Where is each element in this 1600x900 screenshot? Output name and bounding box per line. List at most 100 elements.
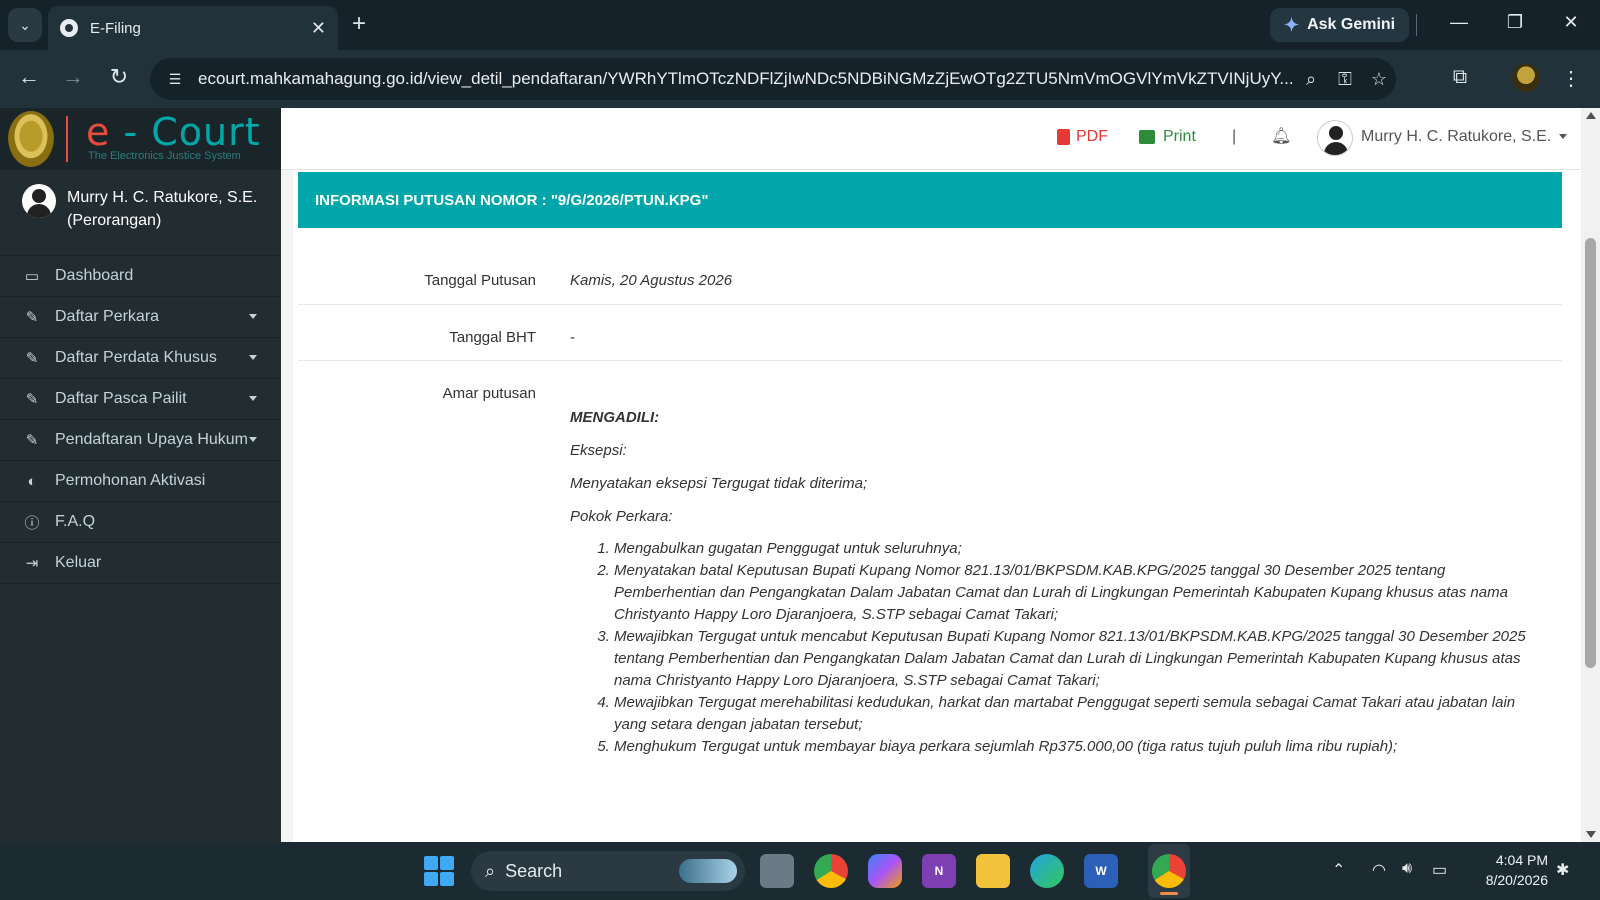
list-item: Mengabulkan gugatan Penggugat untuk selu… — [614, 538, 1542, 560]
notification-icon[interactable]: ✱ — [1556, 860, 1569, 880]
sidebar-item-daftar-perdata-khusus[interactable]: ✎ Daftar Perdata Khusus — [0, 338, 281, 379]
list-item: Mewajibkan Tergugat merehabilitasi kedud… — [614, 692, 1542, 736]
content-gutter — [281, 170, 293, 842]
forward-icon[interactable]: → — [58, 64, 88, 90]
caret-down-icon — [249, 437, 257, 442]
info-row: Tanggal Putusan Kamis, 20 Agustus 2026 — [298, 248, 1562, 304]
sidebar-item-label: Dashboard — [55, 267, 134, 284]
ecourt-logo[interactable]: e - Court — [86, 110, 261, 154]
pdf-label: PDF — [1076, 128, 1108, 145]
sidebar-item-pendaftaran-upaya-hukum[interactable]: ✎ Pendaftaran Upaya Hukum — [0, 420, 281, 461]
ask-gemini-label: Ask Gemini — [1307, 16, 1396, 33]
site-settings-icon[interactable]: ☰ — [164, 68, 186, 90]
extensions-icon[interactable]: ⧉ — [1445, 66, 1475, 89]
sidebar-item-permohonan-aktivasi[interactable]: ◐ Permohonan Aktivasi — [0, 461, 281, 502]
tanggal-bht-label: Tanggal BHT — [449, 329, 536, 346]
chevron-up-icon[interactable]: ⌃ — [1332, 860, 1345, 880]
scrollbar-thumb[interactable] — [1585, 238, 1596, 668]
user-name: Murry H. C. Ratukore, S.E. — [67, 189, 258, 206]
chrome-profile-icon[interactable] — [1152, 854, 1186, 888]
sidebar-item-label: Keluar — [55, 554, 102, 571]
edit-icon: ✎ — [25, 350, 39, 367]
sidebar-item-daftar-pasca-pailit[interactable]: ✎ Daftar Pasca Pailit — [0, 379, 281, 420]
edit-icon: ✎ — [25, 432, 39, 449]
pokok-perkara-heading: Pokok Perkara: — [570, 508, 673, 525]
supreme-court-seal-logo — [8, 111, 54, 167]
tab-search-button[interactable]: ⌄ — [8, 8, 42, 42]
back-icon[interactable]: ← — [14, 64, 44, 90]
sidebar-item-dashboard[interactable]: ▭ Dashboard — [0, 256, 281, 297]
new-tab-button[interactable]: + — [352, 10, 366, 38]
taskbar-search-label: Search — [505, 860, 563, 881]
word-icon[interactable]: W — [1084, 854, 1118, 888]
windows-start-icon[interactable] — [424, 856, 454, 886]
user-info: Murry H. C. Ratukore, S.E. (Perorangan) — [67, 186, 267, 232]
info-row: Tanggal BHT - — [298, 304, 1562, 360]
sidebar-menu: ▭ Dashboard ✎ Daftar Perkara ✎ Daftar Perdata… — [0, 256, 281, 584]
address-bar[interactable]: ☰ ecourt.mahkamahagung.go.id/view_detil_… — [150, 58, 1396, 100]
url-text: ecourt.mahkamahagung.go.id/view_detil_pe… — [198, 69, 1294, 88]
tanggal-bht-value: - — [570, 329, 575, 346]
mengadili-heading: MENGADILI: — [570, 409, 660, 426]
password-key-icon[interactable]: ⚿ — [1328, 69, 1362, 90]
onenote-icon[interactable]: N — [922, 854, 956, 888]
wifi-icon[interactable]: ◠ — [1372, 860, 1386, 880]
browser-menu-icon[interactable]: ⋮ — [1556, 66, 1586, 91]
user-type: (Perorangan) — [67, 212, 162, 229]
edit-icon: ✎ — [25, 309, 39, 326]
file-explorer-icon[interactable] — [976, 854, 1010, 888]
tanggal-putusan-value: Kamis, 20 Agustus 2026 — [570, 272, 733, 289]
user-menu-label: Murry H. C. Ratukore, S.E. — [1361, 128, 1552, 145]
edge-icon[interactable] — [1030, 854, 1064, 888]
close-tab-icon[interactable]: ✕ — [311, 18, 326, 39]
print-button[interactable]: Print — [1139, 128, 1196, 146]
taskbar-search[interactable]: ⌕ Search — [471, 851, 745, 891]
close-window-icon[interactable]: ✕ — [1556, 12, 1586, 33]
divider: | — [1232, 128, 1237, 145]
sidebar-item-label: Daftar Perdata Khusus — [55, 349, 217, 366]
page-scrollbar[interactable] — [1581, 108, 1600, 842]
zoom-icon[interactable]: ⌕ — [1294, 69, 1328, 90]
profile-avatar[interactable] — [1512, 64, 1540, 92]
edit-icon: ✎ — [25, 391, 39, 408]
caret-down-icon — [249, 396, 257, 401]
minimize-icon[interactable]: — — [1444, 12, 1474, 33]
sidebar-item-label: F.A.Q — [55, 513, 96, 530]
task-view-icon[interactable] — [760, 854, 794, 888]
bell-icon[interactable]: 🔔︎ — [1271, 126, 1291, 146]
pdf-button[interactable]: PDF — [1057, 128, 1108, 146]
ask-gemini-button[interactable]: ✦ Ask Gemini — [1270, 8, 1410, 42]
main-content: PDF Print | 🔔︎ Murry H. C. Ratukore, S.E… — [281, 108, 1581, 842]
bookmark-star-icon[interactable]: ☆ — [1362, 69, 1396, 90]
chrome-icon[interactable] — [814, 854, 848, 888]
copilot-icon[interactable] — [868, 854, 902, 888]
file-pdf-icon — [1057, 129, 1070, 145]
avatar[interactable] — [1317, 120, 1353, 156]
sign-out-icon: ⇥ — [25, 555, 39, 572]
sidebar: e - Court The Electronics Justice System… — [0, 108, 281, 842]
sidebar-item-keluar[interactable]: ⇥ Keluar — [0, 543, 281, 584]
taskbar-clock[interactable]: 4:04 PM 8/20/2026 — [1474, 850, 1548, 890]
scroll-up-arrow-icon[interactable] — [1586, 112, 1596, 119]
scroll-down-arrow-icon[interactable] — [1586, 831, 1596, 838]
logo-subtitle: The Electronics Justice System — [88, 150, 241, 162]
clock-time: 4:04 PM — [1495, 852, 1548, 868]
caret-down-icon — [249, 355, 257, 360]
sidebar-item-f-a-q[interactable]: ⓘ F.A.Q — [0, 502, 281, 543]
gemini-sparkle-icon: ✦ — [1284, 14, 1300, 35]
box-header: INFORMASI PUTUSAN NOMOR : "9/G/2026/PTUN… — [298, 172, 1562, 228]
battery-icon[interactable]: ▭ — [1432, 860, 1447, 880]
list-item: Menghukum Tergugat untuk membayar biaya … — [614, 736, 1542, 758]
clock-date: 8/20/2026 — [1485, 872, 1548, 888]
volume-icon[interactable]: 🔊︎ — [1402, 860, 1412, 878]
putusan-box: INFORMASI PUTUSAN NOMOR : "9/G/2026/PTUN… — [298, 170, 1562, 758]
browser-tab-strip: ⌄ E-Filing ✕ + ✦ Ask Gemini — ❐ ✕ — [0, 0, 1600, 50]
browser-tab[interactable]: E-Filing ✕ — [48, 6, 338, 50]
sidebar-item-daftar-perkara[interactable]: ✎ Daftar Perkara — [0, 297, 281, 338]
reload-icon[interactable]: ↻ — [104, 64, 134, 90]
restore-icon[interactable]: ❐ — [1500, 12, 1530, 33]
user-panel: Murry H. C. Ratukore, S.E. (Perorangan) — [0, 170, 281, 256]
user-menu[interactable]: Murry H. C. Ratukore, S.E. — [1361, 128, 1568, 146]
amar-putusan-label: Amar putusan — [442, 385, 536, 402]
caret-down-icon — [249, 314, 257, 319]
